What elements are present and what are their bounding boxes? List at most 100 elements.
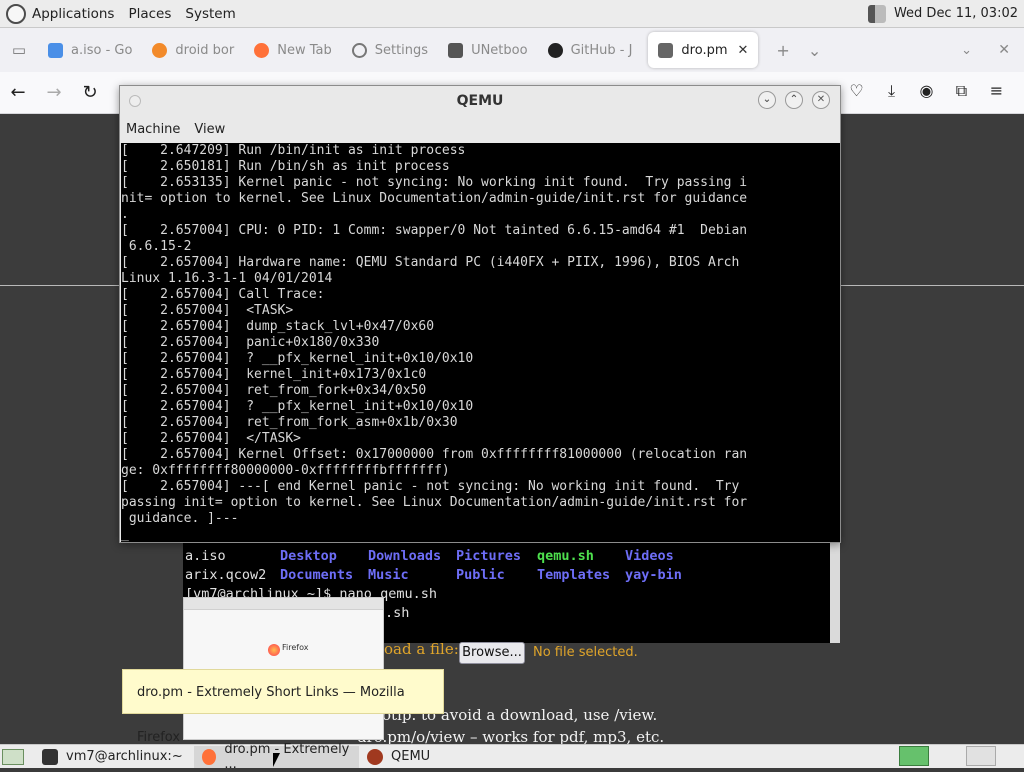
chevron-down-icon[interactable]: ⌄: [808, 41, 821, 60]
tab-droid[interactable]: droid bor: [142, 32, 244, 68]
task-label: dro.pm - Extremely ...: [224, 741, 350, 772]
forward-icon[interactable]: →: [36, 82, 72, 103]
tab-label: a.iso - Go: [71, 42, 133, 58]
terminal-row: arix.qcow2 Documents Music Public Templates y…: [185, 567, 682, 583]
tab-label: Settings: [374, 42, 429, 58]
console-line: [ 2.650181] Run /bin/sh as init process: [121, 159, 450, 174]
browser-tab-strip: ▭ a.iso - Go droid bor New Tab Settings …: [0, 28, 1024, 72]
dir-entry: Videos: [625, 548, 674, 564]
terminal-scrollbar[interactable]: [830, 541, 840, 643]
workspace-1[interactable]: [899, 746, 929, 766]
account-icon[interactable]: ◉: [909, 81, 944, 101]
console-line: ge: 0xffffffff80000000-0xffffffffbffffff…: [121, 463, 450, 478]
qemu-window: QEMU ⌄ ⌃ ✕ Machine View [ 2.647209] Run …: [119, 85, 841, 543]
clock[interactable]: Wed Dec 11, 03:02: [894, 6, 1018, 21]
tab-a-iso[interactable]: a.iso - Go: [38, 32, 142, 68]
dir-entry: Music: [368, 567, 409, 583]
window-tooltip: dro.pm - Extremely Short Links — Mozilla…: [122, 669, 444, 745]
terminal-icon: [42, 748, 58, 765]
console-line: 6.6.15-2: [121, 239, 192, 254]
hamburger-menu-icon[interactable]: ≡: [979, 81, 1014, 101]
console-line: [ 2.657004] dump_stack_lvl+0x47/0x60: [121, 319, 435, 334]
new-tab-icon[interactable]: +: [776, 41, 789, 60]
qemu-menubar: Machine View: [120, 116, 840, 143]
back-icon[interactable]: ←: [0, 82, 36, 103]
file-entry: arix.qcow2: [185, 567, 267, 583]
tab-overview-icon[interactable]: ▭: [0, 41, 38, 59]
menu-system[interactable]: System: [185, 6, 235, 22]
console-line: [ 2.657004] Hardware name: QEMU Standard…: [121, 255, 740, 270]
console-line: Linux 1.16.3-1-1 04/01/2014: [121, 271, 333, 286]
show-desktop-icon[interactable]: [2, 748, 24, 765]
menu-applications[interactable]: Applications: [32, 6, 114, 22]
tab-new-tab[interactable]: New Tab: [244, 32, 342, 68]
tab-settings[interactable]: Settings: [342, 32, 438, 68]
tab-dro-pm[interactable]: dro.pm ✕: [648, 32, 759, 68]
maximize-icon[interactable]: ⌃: [785, 91, 803, 109]
thumbnail-label: Firefox: [282, 643, 309, 652]
gear-icon: [351, 42, 367, 58]
console-line: _: [121, 527, 129, 542]
tab-unetbootin[interactable]: UNetboo: [438, 32, 538, 68]
console-line: .: [121, 207, 129, 222]
menu-machine[interactable]: Machine: [126, 122, 180, 137]
console-line: [ 2.657004] CPU: 0 PID: 1 Comm: swapper/…: [121, 223, 748, 238]
workspace-2[interactable]: [966, 746, 996, 766]
dir-entry: Pictures: [456, 548, 522, 564]
console-line: [ 2.657004] </TASK>: [121, 431, 302, 446]
console-line: [ 2.657004] ---[ end Kernel panic - not …: [121, 479, 740, 494]
console-line: [ 2.657004] <TASK>: [121, 303, 294, 318]
task-terminal[interactable]: vm7@archlinux:~: [34, 746, 194, 768]
minimize-icon[interactable]: ⌄: [758, 91, 776, 109]
dir-entry: Downloads: [368, 548, 442, 564]
menu-places[interactable]: Places: [128, 6, 171, 22]
task-label: QEMU: [391, 749, 431, 764]
qemu-icon: [367, 748, 383, 765]
window-menu-icon[interactable]: [129, 95, 141, 107]
console-line: [ 2.653135] Kernel panic - not syncing: …: [121, 175, 748, 190]
terminal-partial: .sh: [385, 605, 410, 621]
qemu-titlebar[interactable]: QEMU ⌄ ⌃ ✕: [120, 86, 840, 116]
tab-github[interactable]: GitHub - J: [538, 32, 643, 68]
close-icon[interactable]: ✕: [812, 91, 830, 109]
console-line: [ 2.657004] panic+0x180/0x330: [121, 335, 380, 350]
console-line: [ 2.657004] ? __pfx_kernel_init+0x10/0x1…: [121, 399, 474, 414]
console-line: [ 2.647209] Run /bin/init as init proces…: [121, 143, 466, 158]
firefox-icon: [202, 748, 217, 765]
close-tab-icon[interactable]: ✕: [738, 43, 749, 58]
upload-label: oad a file:: [384, 640, 459, 658]
tab-label: UNetboo: [471, 42, 528, 58]
console-line: [ 2.657004] ret_from_fork+0x34/0x50: [121, 383, 427, 398]
reload-icon[interactable]: ↻: [72, 82, 108, 103]
top-panel: Applications Places System Wed Dec 11, 0…: [0, 0, 1024, 28]
vm-console[interactable]: [ 2.647209] Run /bin/init as init proces…: [121, 143, 840, 542]
console-line: passing init= option to kernel. See Linu…: [121, 495, 748, 510]
console-line: [ 2.657004] ret_from_fork_asm+0x1b/0x30: [121, 415, 458, 430]
close-window-icon[interactable]: ✕: [998, 42, 1010, 58]
pocket-icon[interactable]: ♡: [839, 81, 874, 101]
dir-entry: yay-bin: [625, 567, 682, 583]
tab-label: GitHub - J: [570, 42, 633, 58]
dir-entry: Templates: [537, 567, 611, 583]
unetbootin-icon: [448, 42, 464, 58]
task-qemu[interactable]: QEMU: [359, 746, 519, 768]
console-line: [ 2.657004] kernel_init+0x173/0x1c0: [121, 367, 427, 382]
console-line: [ 2.657004] ? __pfx_kernel_init+0x10/0x1…: [121, 351, 474, 366]
thumbnail-header: [184, 598, 383, 610]
tab-label: dro.pm: [681, 42, 728, 58]
exe-entry: qemu.sh: [537, 548, 594, 564]
firefox-icon: [268, 644, 280, 656]
site-icon: [152, 42, 168, 58]
mouse-cursor-icon: [273, 753, 280, 767]
distro-logo-icon[interactable]: [6, 3, 26, 24]
volume-icon[interactable]: [867, 4, 886, 23]
extensions-icon[interactable]: ⧉: [944, 81, 979, 101]
download-icon[interactable]: ⤓: [874, 81, 909, 101]
console-line: [ 2.657004] Kernel Offset: 0x17000000 fr…: [121, 447, 748, 462]
tab-label: droid bor: [175, 42, 235, 58]
browse-button[interactable]: Browse...: [459, 642, 525, 664]
no-file-label: No file selected.: [533, 645, 638, 660]
menu-view[interactable]: View: [194, 122, 225, 137]
console-line: [ 2.657004] Call Trace:: [121, 287, 325, 302]
minimize-icon[interactable]: ⌄: [961, 43, 972, 58]
